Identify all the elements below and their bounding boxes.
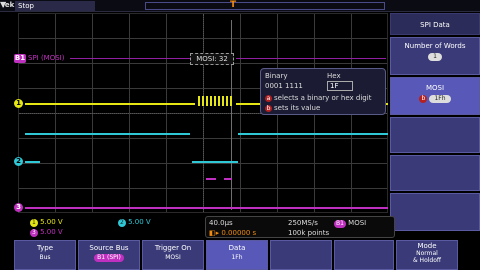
mode-holdoff-button[interactable]: Mode Normal & Holdoff: [396, 240, 458, 270]
side-button-blank-2[interactable]: [390, 155, 480, 191]
ch1-badge: 1: [30, 219, 38, 227]
ch2-scale: 5.00 V: [128, 218, 151, 226]
mode-value: Normal: [416, 250, 438, 257]
knob-a-icon: a: [265, 94, 272, 102]
trigger-arrow-icon: ▼: [0, 0, 7, 9]
trigger-position-icon: T: [230, 0, 237, 10]
ch2-trace-left: [25, 133, 190, 135]
ch3-marker[interactable]: 3: [14, 203, 23, 212]
status-bar: Tek Stop T: [0, 0, 480, 12]
trigger-on-label: Trigger On: [154, 244, 192, 252]
data-button[interactable]: Data 1Fh: [206, 240, 268, 270]
binary-hex-help-popup: Binary Hex 0001 1111 1F a selects a binar…: [260, 68, 386, 115]
type-value: Bus: [39, 254, 51, 261]
decoded-packet[interactable]: MOSI: 32: [190, 53, 234, 65]
hex-header: Hex: [327, 72, 341, 80]
trigger-on-value: MOSI: [165, 254, 181, 261]
hint-select-text: selects a binary or hex digit: [274, 94, 372, 102]
ch3-pulse-1: [206, 178, 216, 180]
trigger-source: MOSI: [348, 219, 367, 227]
channel-readouts: 1 5.00 V 2 5.00 V 3 5.00 V 40.0µs 250MS/…: [18, 216, 395, 240]
knob-b-icon: b: [419, 95, 428, 103]
ch3-pulse-2: [224, 178, 232, 180]
hint-select-digit: a selects a binary or hex digit: [265, 94, 371, 102]
record-view: [145, 2, 385, 10]
ch3-readout[interactable]: 3 5.00 V: [30, 228, 63, 237]
bottom-menu: Type Bus Source Bus B1 (SPI) Trigger On …: [0, 240, 480, 270]
ch1-marker[interactable]: 1: [14, 99, 23, 108]
side-menu-title: SPI Data: [390, 13, 480, 35]
ch2-trace-right: [238, 133, 388, 135]
source-bus-label: Source Bus: [89, 244, 129, 252]
hint-set-text: sets its value: [274, 104, 321, 112]
ch3-scale: 5.00 V: [40, 228, 63, 236]
data-label: Data: [228, 244, 246, 252]
ch1-clock-burst: [198, 96, 234, 106]
mode-holdoff: & Holdoff: [412, 257, 442, 264]
side-button-blank-3[interactable]: [390, 193, 480, 231]
acquisition-status: Stop: [15, 1, 95, 11]
record-length: 100k points: [288, 229, 330, 237]
mosi-value: 1Fh: [429, 95, 451, 103]
hint-set-value: b sets its value: [265, 104, 320, 112]
words-label: Number of Words: [404, 42, 466, 50]
ch2-readout[interactable]: 2 5.00 V: [118, 218, 151, 227]
type-label: Type: [36, 244, 54, 252]
ch3-trace: [25, 207, 388, 209]
trigger-cursor: [231, 20, 232, 210]
sample-rate: 250MS/s: [288, 219, 318, 227]
bus-trace-right: [236, 58, 386, 59]
bus-b1-badge: B1: [334, 220, 346, 228]
delay-readout: ◧▸ 0.00000 s: [209, 229, 256, 237]
ch2-low-mid: [192, 161, 238, 163]
delay-value: 0.00000 s: [221, 229, 257, 237]
ch1-readout[interactable]: 1 5.00 V: [30, 218, 63, 227]
side-menu: SPI Data Number of Words 1 MOSI b 1Fh: [390, 13, 480, 238]
source-bus-button[interactable]: Source Bus B1 (SPI): [78, 240, 140, 270]
mosi-data-button[interactable]: MOSI b 1Fh: [390, 77, 480, 115]
timebase-readout[interactable]: 40.0µs 250MS/s B1 MOSI ◧▸ 0.00000 s 100k…: [205, 216, 395, 238]
trigger-source-readout: B1 MOSI: [334, 219, 366, 228]
ch1-trace-left: [25, 103, 195, 105]
center-vertical-line: [203, 14, 204, 212]
binary-value: 0001 1111: [265, 82, 303, 90]
words-value: 1: [428, 53, 442, 61]
timebase-value: 40.0µs: [209, 219, 233, 227]
mode-label: Mode: [417, 242, 437, 250]
ch2-marker[interactable]: 2: [14, 157, 23, 166]
ch1-scale: 5.00 V: [40, 218, 63, 226]
bottom-button-blank-1[interactable]: [270, 240, 332, 270]
bus-marker-b1[interactable]: B1: [14, 54, 26, 63]
bus-label: SPI (MOSI): [28, 54, 65, 62]
binary-header: Binary: [265, 72, 288, 80]
ch3-badge: 3: [30, 229, 38, 237]
bottom-button-blank-2[interactable]: [334, 240, 394, 270]
side-button-blank-1[interactable]: [390, 117, 480, 153]
bus-trace-left: [70, 58, 190, 59]
source-bus-value: B1 (SPI): [94, 254, 124, 262]
hex-value-field[interactable]: 1F: [327, 81, 353, 91]
trigger-delay-icon: ◧▸: [209, 229, 220, 237]
data-value: 1Fh: [231, 254, 243, 261]
knob-b-icon: b: [265, 104, 272, 112]
number-of-words-button[interactable]: Number of Words 1: [390, 37, 480, 75]
ch2-low-left: [25, 161, 40, 163]
trigger-type-button[interactable]: Type Bus: [14, 240, 76, 270]
mosi-label: MOSI: [425, 84, 445, 92]
ch2-badge: 2: [118, 219, 126, 227]
trigger-on-button[interactable]: Trigger On MOSI: [142, 240, 204, 270]
